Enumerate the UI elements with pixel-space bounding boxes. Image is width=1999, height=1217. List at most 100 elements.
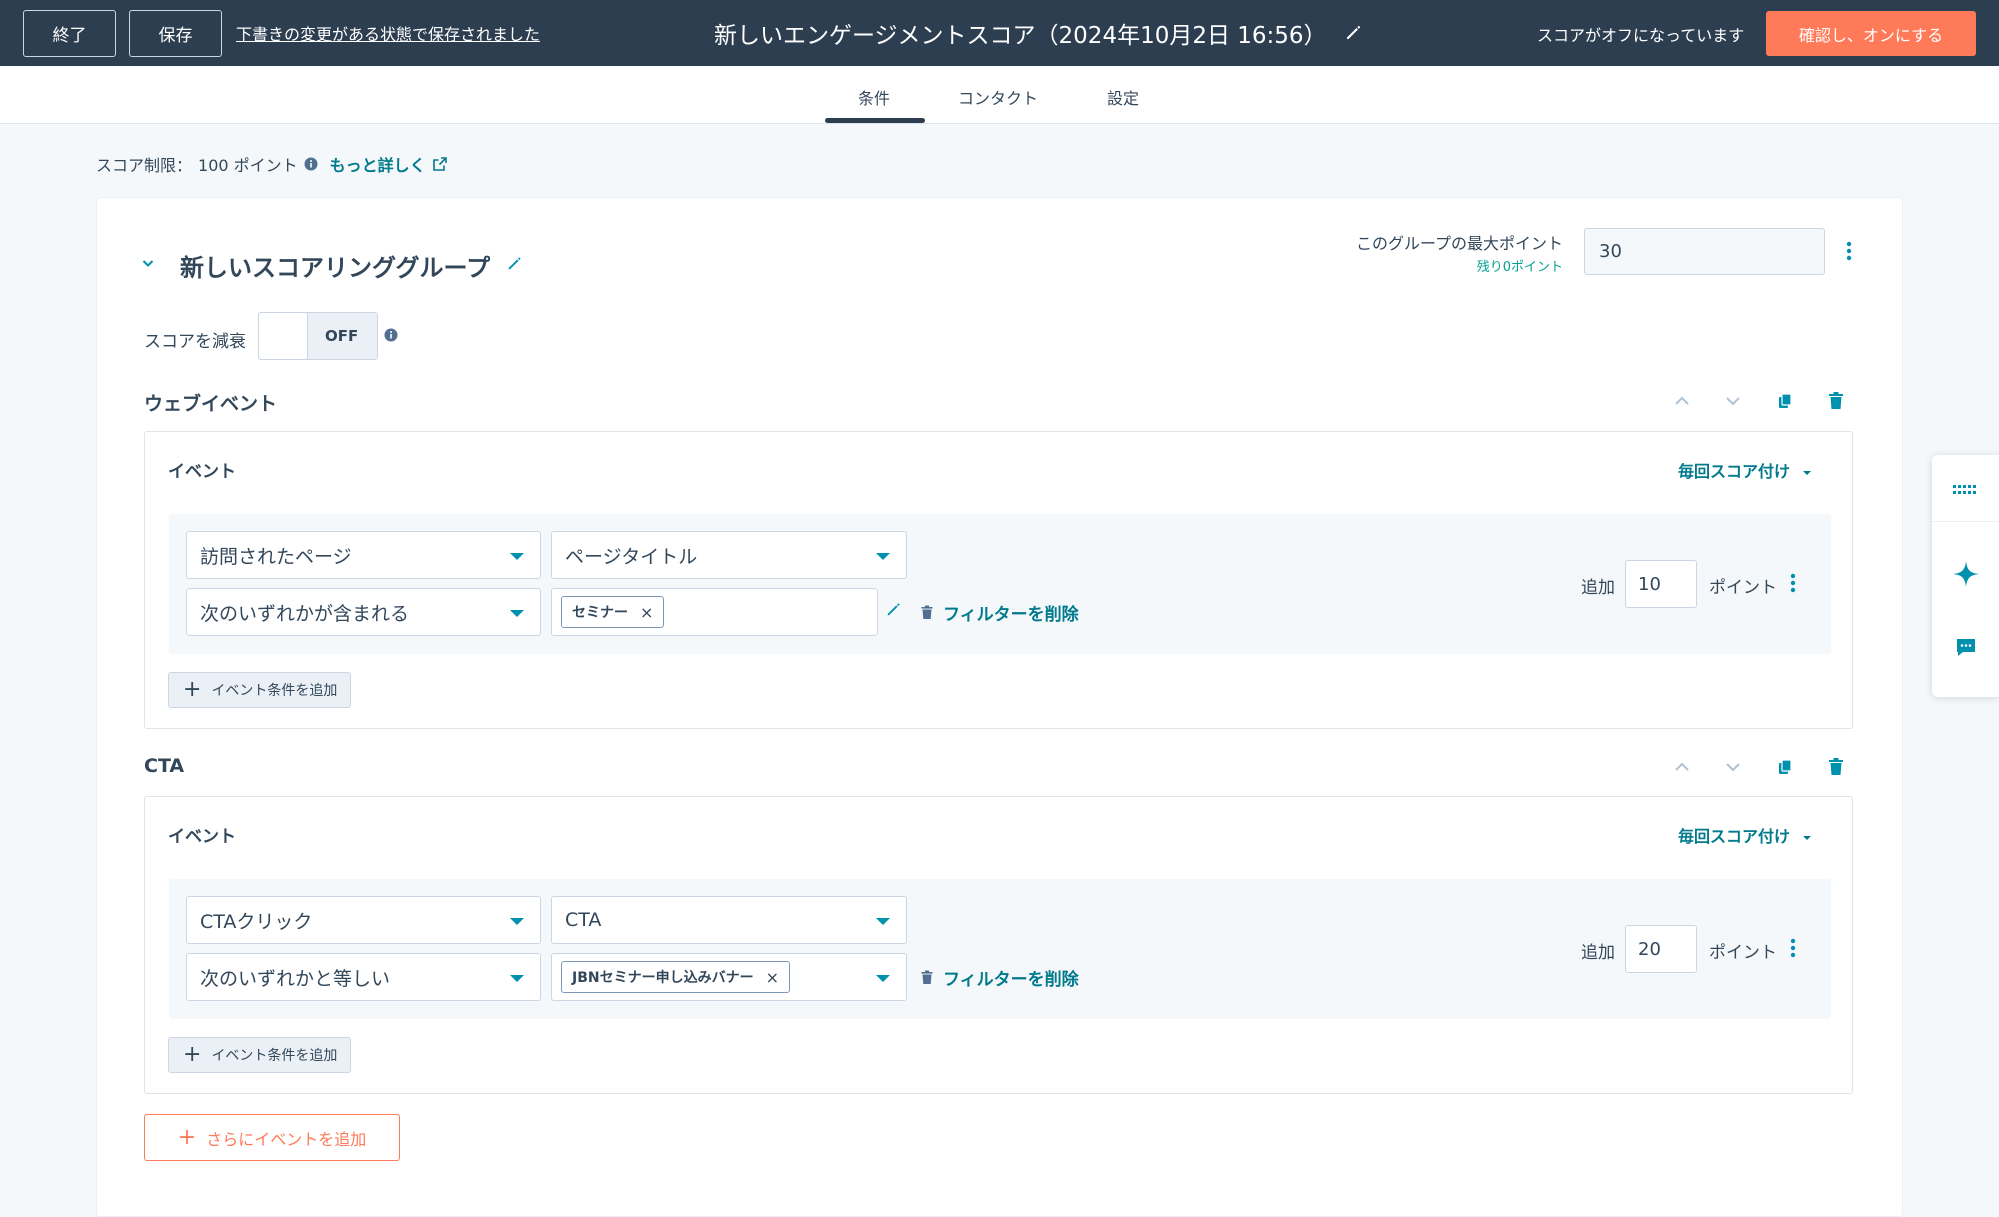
event-label: イベント — [168, 827, 236, 847]
score-limit: スコア制限： 100 ポイント もっと詳しく — [96, 152, 448, 176]
decay-toggle[interactable]: OFF — [258, 312, 378, 360]
add-event-condition-button[interactable]: + イベント条件を追加 — [168, 1037, 351, 1073]
move-down-icon[interactable] — [1724, 394, 1742, 408]
property-select[interactable]: ページタイトル — [551, 531, 907, 579]
info-icon[interactable] — [304, 157, 318, 171]
caret-down-icon — [510, 975, 524, 982]
scoring-mode-label: 毎回スコア付け — [1678, 462, 1791, 481]
caret-down-icon — [510, 553, 524, 560]
exit-button[interactable]: 終了 — [23, 10, 116, 57]
section-title-cta: CTA — [144, 755, 185, 777]
edit-filter-icon[interactable] — [885, 600, 903, 618]
add-points-label: 追加 — [1581, 943, 1615, 963]
delete-filter-button[interactable]: フィルターを削除 — [921, 600, 1079, 625]
caret-down-icon — [876, 975, 890, 982]
caret-down-icon — [876, 553, 890, 560]
scoring-mode-dropdown[interactable]: 毎回スコア付け — [1678, 823, 1812, 847]
rule-more-options-icon[interactable] — [1790, 572, 1796, 594]
divider — [1932, 521, 1999, 522]
external-link-icon — [432, 157, 447, 171]
chip-label: JBNセミナー申し込みバナー — [572, 970, 754, 986]
event-type-select[interactable]: 訪問されたページ — [186, 531, 541, 579]
add-more-events-label: さらにイベントを追加 — [206, 1129, 367, 1149]
points-input[interactable]: 20 — [1625, 925, 1697, 973]
points-unit-label: ポイント — [1709, 578, 1777, 598]
decay-label: スコアを減衰 — [144, 332, 246, 352]
plus-icon: + — [177, 1124, 197, 1150]
web-events-box: イベント 毎回スコア付け 訪問されたページ ページタイトル 次のいずれかが含まれ… — [144, 431, 1853, 729]
toggle-knob — [258, 312, 308, 360]
delete-filter-button[interactable]: フィルターを削除 — [921, 965, 1079, 990]
active-tab-indicator — [825, 118, 925, 123]
clone-icon[interactable] — [1777, 758, 1793, 776]
more-options-icon[interactable] — [1846, 240, 1852, 262]
caret-down-icon — [510, 610, 524, 617]
max-points-input[interactable]: 30 — [1584, 228, 1825, 275]
chat-icon[interactable] — [1955, 638, 1977, 658]
scoring-mode-label: 毎回スコア付け — [1678, 827, 1791, 846]
clone-icon[interactable] — [1777, 392, 1793, 410]
caret-down-icon — [510, 918, 524, 925]
group-title: 新しいスコアリンググループ — [180, 254, 491, 282]
section-title-web-events: ウェブイベント — [144, 393, 278, 415]
delete-filter-label: フィルターを削除 — [943, 605, 1079, 625]
add-points-label: 追加 — [1581, 578, 1615, 598]
max-points-label: このグループの最大ポイント — [1355, 234, 1563, 253]
score-status-text: スコアがオフになっています — [1537, 26, 1745, 45]
plus-icon: + — [183, 677, 202, 702]
remove-chip-icon[interactable]: × — [766, 968, 779, 987]
cta-box: イベント 毎回スコア付け CTAクリック CTA 次のいずれかと等しい JBNセ… — [144, 796, 1853, 1094]
event-type-select[interactable]: CTAクリック — [186, 896, 541, 944]
remove-chip-icon[interactable]: × — [640, 603, 653, 622]
tab-contacts[interactable]: コンタクト — [958, 85, 1038, 109]
add-event-condition-label: イベント条件を追加 — [211, 683, 338, 699]
move-up-icon[interactable] — [1673, 760, 1691, 774]
chevron-down-icon[interactable] — [141, 256, 155, 270]
score-limit-label: スコア制限： — [96, 156, 193, 175]
operator-select[interactable]: 次のいずれかと等しい — [186, 953, 541, 1001]
rule-box: CTAクリック CTA 次のいずれかと等しい JBNセミナー申し込みバナー × フ… — [169, 879, 1831, 1019]
property-value: CTA — [565, 909, 602, 931]
scoring-group-card: 新しいスコアリンググループ このグループの最大ポイント 残り0ポイント 30 ス… — [96, 197, 1903, 1217]
operator-value: 次のいずれかと等しい — [200, 967, 391, 990]
delete-section-icon[interactable] — [1828, 391, 1844, 410]
chip-label: セミナー — [572, 605, 628, 621]
rule-box: 訪問されたページ ページタイトル 次のいずれかが含まれる セミナー × フィルター… — [169, 514, 1831, 654]
add-event-condition-button[interactable]: + イベント条件を追加 — [168, 672, 351, 708]
caret-down-icon — [1802, 471, 1811, 475]
toggle-state: OFF — [325, 327, 359, 345]
grid-apps-icon[interactable] — [1953, 485, 1979, 495]
top-header: 終了 保存 下書きの変更がある状態で保存されました 新しいエンゲージメントスコア… — [0, 0, 1999, 66]
move-down-icon[interactable] — [1724, 760, 1742, 774]
tab-criteria[interactable]: 条件 — [858, 85, 890, 109]
property-select[interactable]: CTA — [551, 896, 907, 944]
side-tools-panel — [1932, 455, 1999, 697]
scoring-mode-dropdown[interactable]: 毎回スコア付け — [1678, 458, 1812, 482]
trash-icon — [921, 970, 933, 984]
learn-more-link[interactable]: もっと詳しく — [330, 152, 426, 176]
points-unit-label: ポイント — [1709, 943, 1777, 963]
caret-down-icon — [1802, 836, 1811, 840]
review-and-enable-button[interactable]: 確認し、オンにする — [1766, 11, 1976, 56]
move-up-icon[interactable] — [1673, 394, 1691, 408]
remaining-points-label: 残り0ポイント — [1476, 260, 1563, 275]
add-more-events-button[interactable]: + さらにイベントを追加 — [144, 1114, 400, 1161]
filter-chip: セミナー × — [561, 596, 665, 628]
event-type-value: 訪問されたページ — [200, 545, 352, 568]
rule-more-options-icon[interactable] — [1790, 937, 1796, 959]
decay-info-icon[interactable] — [384, 328, 398, 342]
plus-icon: + — [183, 1042, 202, 1067]
save-button[interactable]: 保存 — [129, 10, 222, 57]
operator-select[interactable]: 次のいずれかが含まれる — [186, 588, 541, 636]
tab-settings[interactable]: 設定 — [1107, 85, 1139, 109]
edit-group-title-icon[interactable] — [506, 254, 524, 272]
score-limit-value: 100 ポイント — [198, 156, 298, 175]
saved-notice-link[interactable]: 下書きの変更がある状態で保存されました — [236, 21, 540, 45]
ai-sparkle-icon[interactable] — [1952, 560, 1980, 588]
filter-chip: JBNセミナー申し込みバナー × — [561, 961, 791, 993]
edit-title-icon[interactable] — [1344, 22, 1364, 42]
points-input[interactable]: 10 — [1625, 560, 1697, 608]
operator-value: 次のいずれかが含まれる — [200, 602, 410, 625]
page-title: 新しいエンゲージメントスコア（2024年10月2日 16:56） — [714, 23, 1327, 49]
delete-section-icon[interactable] — [1828, 757, 1844, 776]
